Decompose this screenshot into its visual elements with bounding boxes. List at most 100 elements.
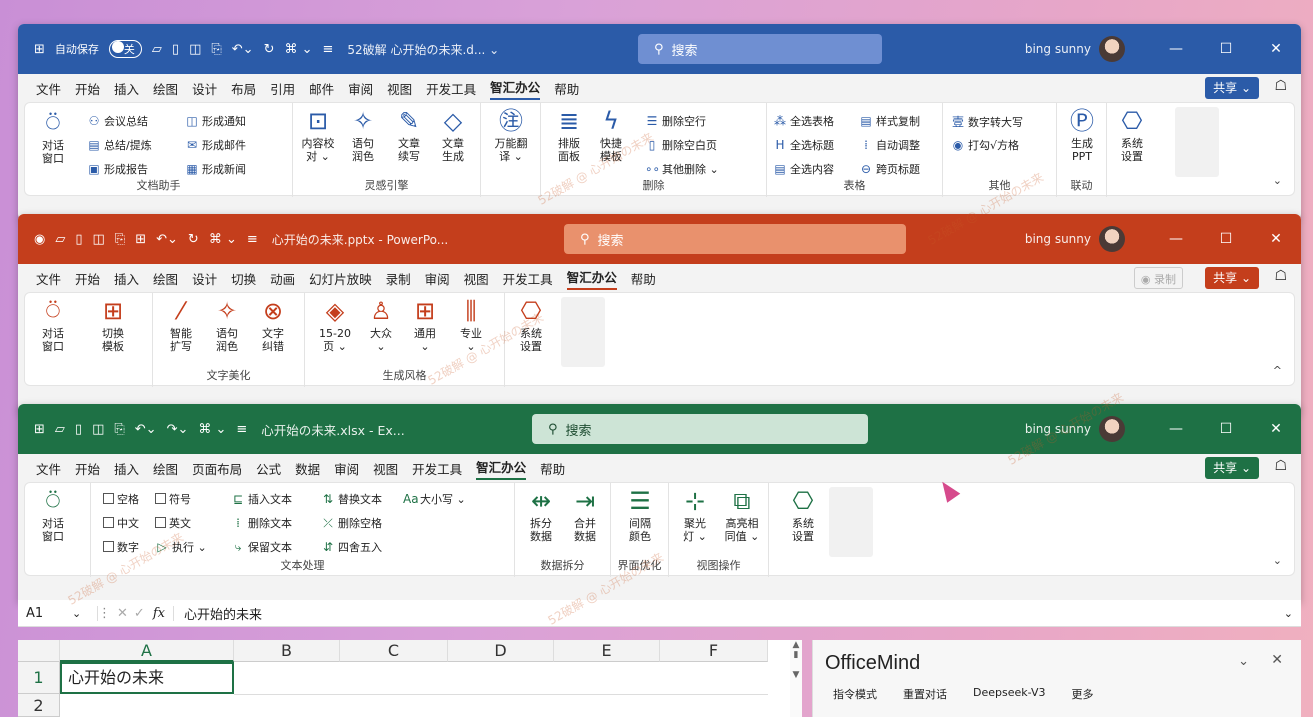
menu-review[interactable]: 审阅: [425, 269, 450, 288]
auto-adjust-button[interactable]: ⁞ 自动调整: [859, 137, 920, 153]
number-to-chinese-button[interactable]: 壹数字转大写: [951, 113, 1023, 130]
highlight-same-dropdown[interactable]: ⧉ 高亮相 同值 ⌄: [719, 487, 765, 543]
menu-view[interactable]: 视图: [373, 459, 398, 478]
close-panel-icon[interactable]: ✕: [1271, 652, 1283, 668]
menu-home[interactable]: 开始: [75, 79, 100, 98]
execute-dropdown[interactable]: ▷ 执行 ⌄: [155, 539, 206, 555]
undo-icon[interactable]: ↶⌄: [156, 232, 178, 247]
format-painter-icon[interactable]: ⌘ ⌄: [198, 422, 226, 437]
insert-text-button[interactable]: ⊑ 插入文本: [231, 491, 292, 507]
tab-model[interactable]: Deepseek-V3: [973, 686, 1045, 702]
menu-data[interactable]: 数据: [295, 459, 320, 478]
ribbon-collapse-icon[interactable]: ⌄: [1273, 174, 1282, 187]
column-header[interactable]: F: [660, 640, 768, 662]
layout-panel-button[interactable]: ≣ 排版 面板: [551, 107, 587, 163]
redo-icon[interactable]: ↷⌄: [167, 422, 189, 437]
professional-dropdown[interactable]: ⫼ 专业 ⌄: [451, 297, 491, 353]
menu-references[interactable]: 引用: [270, 79, 295, 98]
print-preview-icon[interactable]: ⎘: [211, 42, 221, 57]
row-header[interactable]: 2: [18, 694, 60, 717]
settings-button[interactable]: ⎔ 系统 设置: [783, 487, 823, 543]
settings-button[interactable]: ⎔ 系统 设置: [1113, 107, 1151, 163]
template-button[interactable]: ϟ 快捷 模板: [593, 107, 629, 163]
report-button[interactable]: ▣ 形成报告: [87, 161, 148, 177]
settings-button[interactable]: ⎔ 系统 设置: [511, 297, 551, 353]
chinese-checkbox[interactable]: 中文: [103, 515, 139, 531]
select-all-corner[interactable]: [18, 640, 60, 662]
pages-dropdown[interactable]: ◈ 15-20 页 ⌄: [313, 297, 357, 353]
translate-button[interactable]: ㊟万能翻 译 ⌄: [489, 107, 533, 163]
menu-help[interactable]: 帮助: [540, 459, 565, 478]
vertical-scrollbar[interactable]: ▲ ▮ ▼: [790, 640, 802, 717]
save-icon[interactable]: ◫: [189, 42, 201, 57]
row-header[interactable]: 1: [18, 662, 60, 694]
menu-animations[interactable]: 动画: [270, 269, 295, 288]
maximize-icon[interactable]: ☐: [1201, 41, 1251, 57]
menu-mailings[interactable]: 邮件: [309, 79, 334, 98]
menu-developer[interactable]: 开发工具: [426, 79, 476, 98]
search-box[interactable]: ⚲ 搜索: [564, 224, 906, 254]
other-delete-button[interactable]: ∘∘ 其他删除 ⌄: [645, 161, 719, 177]
ribbon-collapse-icon[interactable]: ⌄: [1273, 554, 1282, 567]
menu-developer[interactable]: 开发工具: [412, 459, 462, 478]
menu-transitions[interactable]: 切换: [231, 269, 256, 288]
delete-space-button[interactable]: ⤫ 删除空格: [321, 515, 382, 531]
polish-button[interactable]: ✧ 语句 润色: [207, 297, 247, 353]
avatar[interactable]: [1099, 416, 1125, 442]
share-button[interactable]: 共享 ⌄: [1205, 267, 1259, 289]
menu-design[interactable]: 设计: [192, 269, 217, 288]
summarize-button[interactable]: ▤ 总结/提炼: [87, 137, 151, 153]
replace-text-button[interactable]: ⇅ 替换文本: [321, 491, 382, 507]
doc-title[interactable]: 心开始の未来.xlsx - Ex...: [261, 420, 404, 439]
redo-icon[interactable]: ↻: [188, 232, 199, 247]
enter-icon[interactable]: ✓: [134, 606, 145, 621]
tab-reset-chat[interactable]: 重置对话: [903, 686, 947, 702]
round-button[interactable]: ⇵ 四舍五入: [321, 539, 382, 555]
checkbox-button[interactable]: ◉ 打勾√方格: [951, 137, 1019, 153]
menu-page-layout[interactable]: 页面布局: [192, 459, 242, 478]
switch-template-button[interactable]: ⊞ 切换 模板: [95, 297, 131, 353]
menu-formulas[interactable]: 公式: [256, 459, 281, 478]
maximize-icon[interactable]: ☐: [1201, 421, 1251, 437]
print-preview-icon[interactable]: ⎘: [114, 422, 124, 437]
merge-data-button[interactable]: ⇥ 合并 数据: [565, 487, 605, 543]
format-painter-icon[interactable]: ⌘ ⌄: [284, 42, 312, 57]
autosave-toggle[interactable]: 关: [108, 40, 142, 58]
menu-file[interactable]: 文件: [36, 459, 61, 478]
correct-button[interactable]: ⊗ 文字 纠错: [253, 297, 293, 353]
space-checkbox[interactable]: 空格: [103, 491, 139, 507]
number-checkbox[interactable]: 数字: [103, 539, 139, 555]
menu-file[interactable]: 文件: [36, 79, 61, 98]
notice-button[interactable]: ◫ 形成通知: [185, 113, 246, 129]
close-icon[interactable]: ✕: [1251, 41, 1301, 57]
menu-slideshow[interactable]: 幻灯片放映: [309, 269, 372, 288]
tab-more[interactable]: 更多: [1071, 686, 1093, 702]
menu-zhihui[interactable]: 智汇办公: [490, 77, 541, 100]
style-dropdown[interactable]: ⊞ 通用 ⌄: [405, 297, 445, 353]
news-button[interactable]: ▦ 形成新闻: [185, 161, 246, 177]
comments-icon[interactable]: ☖: [1274, 458, 1287, 474]
meeting-summary-button[interactable]: ⚇ 会议总结: [87, 113, 148, 129]
menu-draw[interactable]: 绘图: [153, 269, 178, 288]
cross-page-title-button[interactable]: ⊖ 跨页标题: [859, 161, 920, 177]
collapse-panel-icon[interactable]: ⌄: [1238, 654, 1249, 669]
menu-layout[interactable]: 布局: [231, 79, 256, 98]
undo-icon[interactable]: ↶⌄: [135, 422, 157, 437]
email-button[interactable]: ✉ 形成邮件: [185, 137, 246, 153]
column-header[interactable]: E: [554, 640, 660, 662]
doc-title[interactable]: 52破解 心开始の未来.d... ⌄: [347, 41, 499, 58]
interval-color-button[interactable]: ☰ 间隔 颜色: [619, 487, 661, 543]
function-icon[interactable]: fx: [153, 605, 174, 621]
style-copy-button[interactable]: ▤ 样式复制: [859, 113, 920, 129]
menu-insert[interactable]: 插入: [114, 269, 139, 288]
column-header[interactable]: C: [340, 640, 448, 662]
spotlight-dropdown[interactable]: ⊹ 聚光 灯 ⌄: [675, 487, 715, 543]
new-icon[interactable]: ▯: [172, 42, 179, 57]
open-icon[interactable]: ▱: [55, 232, 65, 247]
delete-text-button[interactable]: ⁞ 删除文本: [231, 515, 292, 531]
name-box-dropdown-icon[interactable]: ⌄: [72, 607, 92, 620]
close-icon[interactable]: ✕: [1251, 421, 1301, 437]
menu-file[interactable]: 文件: [36, 269, 61, 288]
menu-view[interactable]: 视图: [387, 79, 412, 98]
continue-button[interactable]: ✎ 文章 续写: [389, 107, 429, 163]
